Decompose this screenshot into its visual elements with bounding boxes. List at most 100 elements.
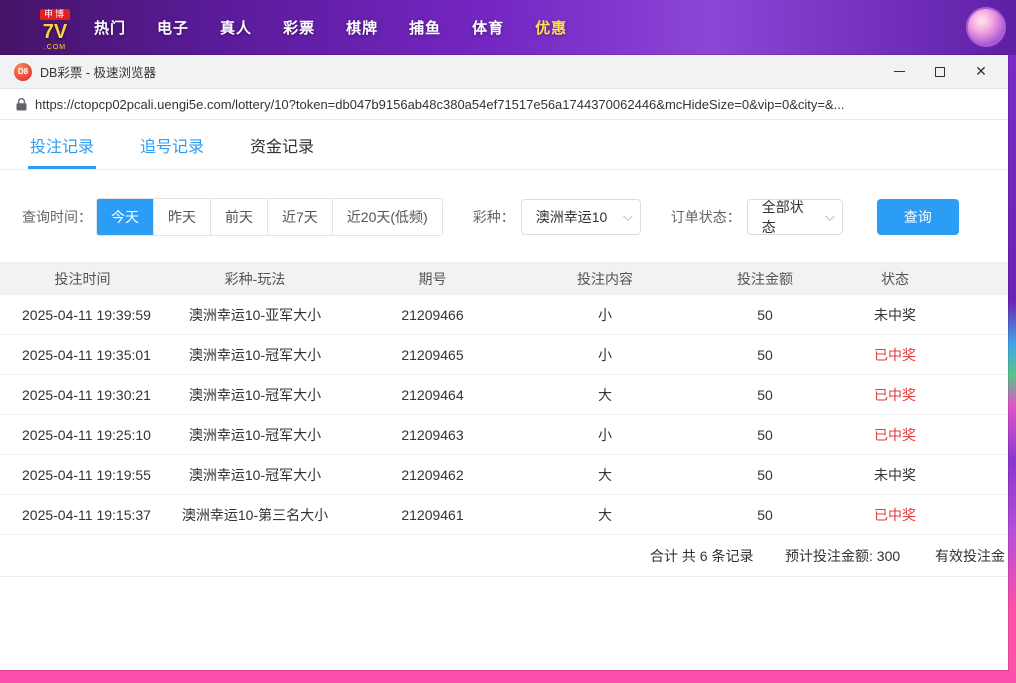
cell-bet-time: 2025-04-11 19:39:59 [0, 307, 165, 323]
chevron-down-icon [623, 211, 633, 221]
table-row: 2025-04-11 19:15:37 澳洲幸运10-第三名大小 2120946… [0, 495, 1008, 535]
site-logo-mark: 7V [40, 22, 70, 42]
time-filter-button[interactable]: 近20天(低频) [332, 199, 442, 235]
tab[interactable]: 资金记录 [248, 120, 316, 169]
chevron-down-icon [825, 211, 835, 221]
cell-bet-amount: 50 [690, 467, 840, 483]
lottery-select-value: 澳洲幸运10 [536, 207, 608, 227]
time-filter-button[interactable]: 昨天 [153, 199, 210, 235]
site-logo[interactable]: 申博 7V .COM [40, 5, 70, 51]
user-avatar[interactable] [966, 7, 1006, 47]
nav-item[interactable]: 捕鱼 [409, 17, 441, 38]
cell-bet-content: 小 [520, 345, 690, 365]
lottery-select[interactable]: 澳洲幸运10 [521, 199, 641, 235]
minimize-button[interactable] [892, 65, 906, 79]
nav-menu: 热门 电子 真人 彩票 棋牌 捕鱼 体育 优惠 [94, 17, 567, 38]
time-filter-group: 今天昨天前天近7天近20天(低频) [96, 198, 443, 236]
cell-issue: 21209465 [345, 347, 520, 363]
column-header: 投注内容 [520, 269, 690, 289]
column-header: 彩种-玩法 [165, 269, 345, 289]
cell-game-play: 澳洲幸运10-冠军大小 [165, 385, 345, 405]
time-filter-button[interactable]: 近7天 [267, 199, 332, 235]
cell-bet-content: 小 [520, 425, 690, 445]
nav-item[interactable]: 彩票 [283, 17, 315, 38]
column-header: 投注金额 [690, 269, 840, 289]
nav-item[interactable]: 优惠 [535, 17, 567, 38]
time-filter-button[interactable]: 今天 [97, 199, 153, 235]
cell-bet-amount: 50 [690, 307, 840, 323]
browser-titlebar: D8 DB彩票 - 极速浏览器 ✕ [0, 55, 1008, 89]
tab-bar: 投注记录追号记录资金记录 [0, 120, 1008, 170]
summary-valid-amount: 有效投注金 [935, 535, 1005, 577]
lock-icon [16, 98, 27, 111]
site-logo-domain: .COM [40, 44, 70, 51]
cell-game-play: 澳洲幸运10-冠军大小 [165, 465, 345, 485]
tab[interactable]: 追号记录 [138, 120, 206, 169]
order-status-select[interactable]: 全部状态 [747, 199, 843, 235]
time-filter-label: 查询时间： [22, 207, 92, 227]
cell-game-play: 澳洲幸运10-冠军大小 [165, 425, 345, 445]
address-bar[interactable]: https://ctopcp02pcali.uengi5e.com/lotter… [0, 89, 1008, 120]
cell-status: 未中奖 [840, 305, 950, 325]
browser-window: D8 DB彩票 - 极速浏览器 ✕ https://ctopcp02pcali.… [0, 55, 1008, 670]
time-filter-button[interactable]: 前天 [210, 199, 267, 235]
table-row: 2025-04-11 19:39:59 澳洲幸运10-亚军大小 21209466… [0, 295, 1008, 335]
cell-bet-amount: 50 [690, 387, 840, 403]
cell-issue: 21209462 [345, 467, 520, 483]
cell-issue: 21209464 [345, 387, 520, 403]
cell-status: 已中奖 [840, 425, 950, 445]
cell-status: 已中奖 [840, 385, 950, 405]
summary-expected-amount: 预计投注金额: 300 [785, 535, 900, 577]
maximize-button[interactable] [933, 65, 947, 79]
nav-item[interactable]: 电子 [157, 17, 189, 38]
cell-bet-content: 大 [520, 385, 690, 405]
cell-game-play: 澳洲幸运10-亚军大小 [165, 305, 345, 325]
order-status-value: 全部状态 [762, 197, 817, 237]
table-row: 2025-04-11 19:35:01 澳洲幸运10-冠军大小 21209465… [0, 335, 1008, 375]
table-row: 2025-04-11 19:30:21 澳洲幸运10-冠军大小 21209464… [0, 375, 1008, 415]
cell-bet-amount: 50 [690, 427, 840, 443]
site-logo-text: 申博 [40, 9, 70, 20]
cell-bet-time: 2025-04-11 19:30:21 [0, 387, 165, 403]
cell-bet-content: 大 [520, 465, 690, 485]
cell-issue: 21209461 [345, 507, 520, 523]
cell-game-play: 澳洲幸运10-冠军大小 [165, 345, 345, 365]
cell-status: 未中奖 [840, 465, 950, 485]
cell-bet-time: 2025-04-11 19:35:01 [0, 347, 165, 363]
cell-bet-content: 大 [520, 505, 690, 525]
close-button[interactable]: ✕ [974, 65, 988, 79]
window-title: DB彩票 - 极速浏览器 [40, 62, 156, 81]
nav-item[interactable]: 热门 [94, 17, 126, 38]
cell-bet-amount: 50 [690, 347, 840, 363]
cell-bet-time: 2025-04-11 19:19:55 [0, 467, 165, 483]
nav-item[interactable]: 体育 [472, 17, 504, 38]
table-row: 2025-04-11 19:25:10 澳洲幸运10-冠军大小 21209463… [0, 415, 1008, 455]
search-button[interactable]: 查询 [877, 199, 959, 235]
cell-bet-time: 2025-04-11 19:25:10 [0, 427, 165, 443]
page-background-strip-right [1008, 55, 1016, 670]
table-row: 2025-04-11 19:19:55 澳洲幸运10-冠军大小 21209462… [0, 455, 1008, 495]
url-text[interactable]: https://ctopcp02pcali.uengi5e.com/lotter… [35, 97, 992, 112]
table-header-row: 投注时间彩种-玩法期号投注内容投注金额状态 [0, 262, 1008, 295]
column-header: 期号 [345, 269, 520, 289]
order-status-label: 订单状态： [671, 207, 741, 227]
cell-issue: 21209466 [345, 307, 520, 323]
cell-status: 已中奖 [840, 505, 950, 525]
summary-total: 合计 共 6 条记录 [650, 535, 753, 577]
cell-bet-amount: 50 [690, 507, 840, 523]
column-header: 状态 [840, 269, 950, 289]
nav-item[interactable]: 棋牌 [346, 17, 378, 38]
cell-issue: 21209463 [345, 427, 520, 443]
table-body: 2025-04-11 19:39:59 澳洲幸运10-亚军大小 21209466… [0, 295, 1008, 535]
cell-game-play: 澳洲幸运10-第三名大小 [165, 505, 345, 525]
app-icon: D8 [14, 63, 32, 81]
column-header: 投注时间 [0, 269, 165, 289]
summary-row: 合计 共 6 条记录 预计投注金额: 300 有效投注金 [0, 535, 1008, 577]
window-controls: ✕ [892, 65, 994, 79]
lottery-label: 彩种： [473, 207, 515, 227]
nav-item[interactable]: 真人 [220, 17, 252, 38]
site-top-nav: 申博 7V .COM 热门 电子 真人 彩票 棋牌 捕鱼 体育 优惠 [0, 0, 1016, 55]
cell-bet-time: 2025-04-11 19:15:37 [0, 507, 165, 523]
cell-status: 已中奖 [840, 345, 950, 365]
tab[interactable]: 投注记录 [28, 120, 96, 169]
